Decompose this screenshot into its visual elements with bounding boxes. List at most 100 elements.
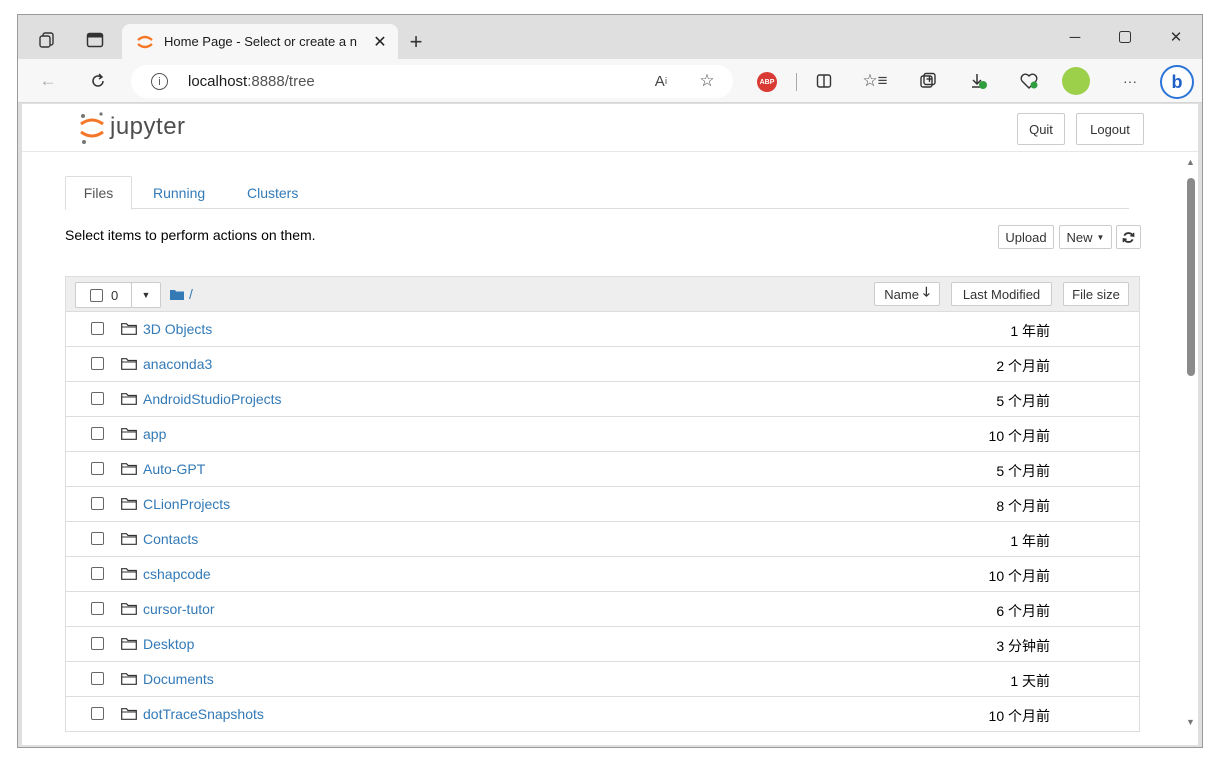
file-name-link[interactable]: cshapcode	[143, 566, 211, 582]
file-row[interactable]: cursor-tutor 6 个月前	[65, 592, 1140, 627]
row-checkbox[interactable]	[91, 392, 104, 405]
file-row[interactable]: Desktop 3 分钟前	[65, 627, 1140, 662]
file-row[interactable]: CLionProjects 8 个月前	[65, 487, 1140, 522]
collections-icon[interactable]	[914, 68, 942, 94]
favorites-icon[interactable]: ☆≡	[861, 68, 889, 94]
file-name-link[interactable]: dotTraceSnapshots	[143, 706, 264, 722]
file-name-link[interactable]: app	[143, 426, 166, 442]
select-all-control[interactable]: 0	[75, 282, 132, 308]
sort-size-button[interactable]: File size	[1063, 282, 1129, 306]
jupyter-favicon-icon	[137, 35, 153, 48]
selection-dropdown[interactable]: ▼	[131, 282, 161, 308]
file-list: 0 ▼ / Name 🡓 Last Modified File size 3D …	[65, 276, 1140, 732]
folder-icon	[121, 708, 137, 720]
breadcrumb[interactable]: /	[170, 286, 193, 302]
back-icon[interactable]: ←	[34, 68, 62, 94]
file-row[interactable]: Documents 1 天前	[65, 662, 1140, 697]
selected-count: 0	[111, 287, 119, 303]
file-row[interactable]: anaconda3 2 个月前	[65, 347, 1140, 382]
adblock-icon[interactable]: ABP	[757, 72, 777, 92]
favorite-star-icon[interactable]: ☆	[693, 68, 721, 94]
logout-button[interactable]: Logout	[1076, 113, 1144, 145]
row-checkbox[interactable]	[91, 497, 104, 510]
row-checkbox[interactable]	[91, 707, 104, 720]
row-checkbox[interactable]	[91, 357, 104, 370]
bing-copilot-icon[interactable]: b	[1160, 65, 1194, 99]
minimize-icon[interactable]: ─	[1051, 23, 1099, 51]
select-all-checkbox[interactable]	[90, 288, 103, 302]
tab-files[interactable]: Files	[65, 176, 132, 210]
main-content: Files Running Clusters Select items to p…	[22, 153, 1182, 745]
file-modified: 10 个月前	[988, 428, 1050, 444]
row-checkbox[interactable]	[91, 427, 104, 440]
jupyter-logo-icon	[80, 112, 104, 144]
scroll-down-icon[interactable]: ▼	[1186, 717, 1195, 727]
file-row[interactable]: app 10 个月前	[65, 417, 1140, 452]
url-field[interactable]: i localhost:8888/tree Aⅰ ☆	[131, 65, 733, 98]
more-options-icon[interactable]: ···	[1116, 68, 1144, 94]
new-dropdown-button[interactable]: New ▼	[1059, 225, 1112, 249]
quit-button[interactable]: Quit	[1017, 113, 1065, 145]
scroll-up-icon[interactable]: ▲	[1186, 157, 1195, 167]
file-name-link[interactable]: Auto-GPT	[143, 461, 205, 477]
close-window-icon[interactable]: ✕	[1152, 23, 1200, 51]
refresh-icon[interactable]	[84, 68, 112, 94]
new-tab-icon[interactable]: +	[403, 29, 429, 55]
file-name-link[interactable]: CLionProjects	[143, 496, 230, 512]
breadcrumb-root[interactable]: /	[189, 286, 193, 302]
url-path: :8888/tree	[247, 73, 315, 90]
folder-icon	[121, 603, 137, 615]
file-modified: 6 个月前	[996, 603, 1050, 619]
sort-modified-button[interactable]: Last Modified	[951, 282, 1052, 306]
file-name-link[interactable]: Contacts	[143, 531, 198, 547]
file-name-link[interactable]: cursor-tutor	[143, 601, 215, 617]
upload-button[interactable]: Upload	[998, 225, 1054, 249]
browser-tab-active[interactable]: Home Page - Select or create a n ✕	[122, 24, 398, 59]
folder-icon	[121, 568, 137, 580]
caret-down-icon: ▼	[1096, 232, 1105, 242]
file-name-link[interactable]: AndroidStudioProjects	[143, 391, 282, 407]
tab-title: Home Page - Select or create a n	[164, 34, 357, 49]
row-checkbox[interactable]	[91, 322, 104, 335]
refresh-list-button[interactable]	[1116, 225, 1141, 249]
file-row[interactable]: Auto-GPT 5 个月前	[65, 452, 1140, 487]
file-row[interactable]: cshapcode 10 个月前	[65, 557, 1140, 592]
file-name-link[interactable]: anaconda3	[143, 356, 212, 372]
file-name-link[interactable]: Desktop	[143, 636, 194, 652]
maximize-icon[interactable]	[1101, 23, 1149, 51]
folder-icon	[121, 393, 137, 405]
file-row[interactable]: 3D Objects 1 年前	[65, 312, 1140, 347]
row-checkbox[interactable]	[91, 567, 104, 580]
split-screen-icon[interactable]	[810, 68, 838, 94]
row-checkbox[interactable]	[91, 672, 104, 685]
tab-clusters[interactable]: Clusters	[247, 176, 298, 209]
file-modified: 5 个月前	[996, 393, 1050, 409]
folder-icon	[121, 428, 137, 440]
file-row[interactable]: dotTraceSnapshots 10 个月前	[65, 697, 1140, 732]
downloads-icon[interactable]	[965, 68, 993, 94]
folder-icon	[121, 323, 137, 335]
toolbar-separator	[796, 73, 797, 91]
close-tab-icon[interactable]: ✕	[370, 32, 390, 52]
file-row[interactable]: Contacts 1 年前	[65, 522, 1140, 557]
workspaces-icon[interactable]	[34, 27, 60, 53]
tab-actions-icon[interactable]	[82, 27, 108, 53]
folder-icon	[121, 673, 137, 685]
browser-essentials-icon[interactable]	[1015, 68, 1043, 94]
tab-running[interactable]: Running	[153, 176, 205, 209]
row-checkbox[interactable]	[91, 602, 104, 615]
refresh-icon	[1122, 231, 1135, 243]
scrollbar-thumb[interactable]	[1187, 178, 1195, 376]
row-checkbox[interactable]	[91, 532, 104, 545]
profile-avatar[interactable]	[1062, 67, 1090, 95]
row-checkbox[interactable]	[91, 462, 104, 475]
page-scrollbar[interactable]: ▲ ▼	[1184, 153, 1198, 745]
read-aloud-icon[interactable]: Aⅰ	[647, 68, 675, 94]
row-checkbox[interactable]	[91, 637, 104, 650]
file-name-link[interactable]: Documents	[143, 671, 214, 687]
jupyter-page: jupyter Quit Logout Files Running Cluste…	[22, 104, 1198, 745]
file-name-link[interactable]: 3D Objects	[143, 321, 212, 337]
sort-name-button[interactable]: Name 🡓	[874, 282, 940, 306]
site-info-icon[interactable]: i	[151, 73, 168, 90]
file-row[interactable]: AndroidStudioProjects 5 个月前	[65, 382, 1140, 417]
